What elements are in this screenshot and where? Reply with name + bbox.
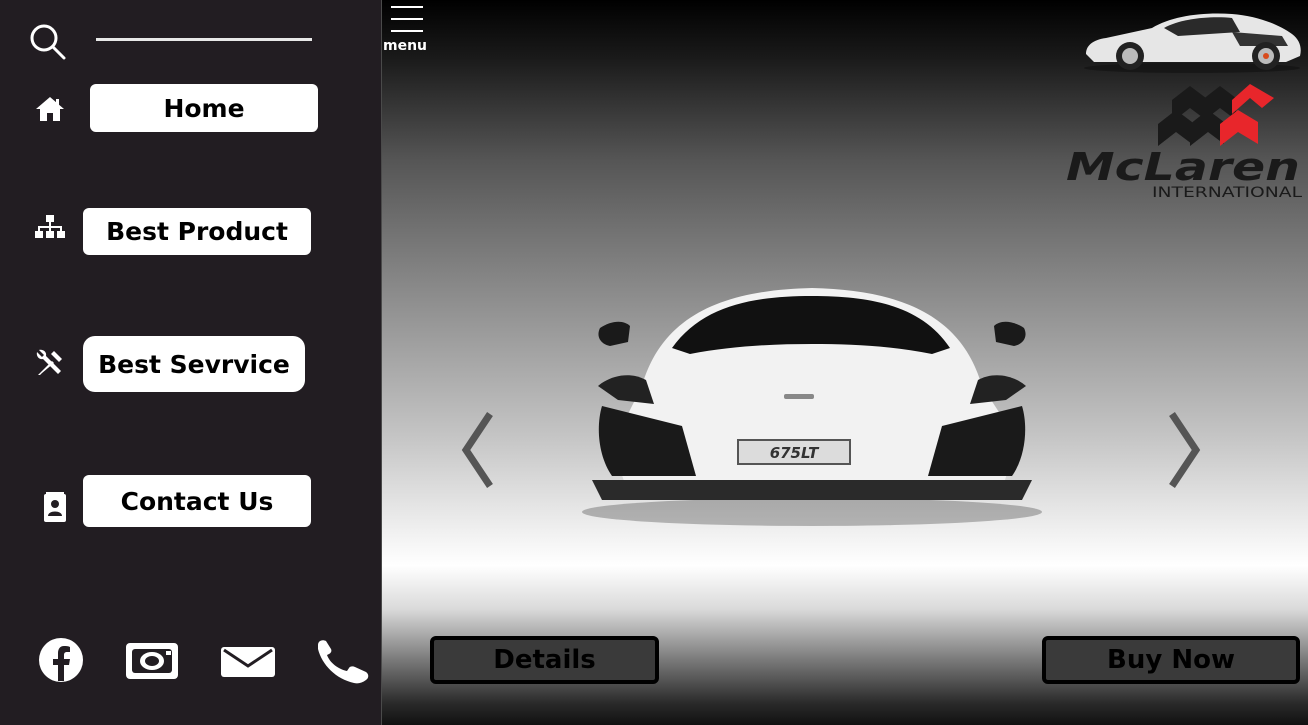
sitemap-icon xyxy=(35,215,65,238)
svg-text:INTERNATIONAL: INTERNATIONAL xyxy=(1152,185,1302,201)
contact-us-button[interactable]: Contact Us xyxy=(83,475,311,527)
home-icon xyxy=(36,97,64,121)
mail-icon[interactable] xyxy=(220,635,276,685)
car-thumbnail xyxy=(1084,13,1301,73)
sidebar-item-best-service[interactable]: Best Sevrvice xyxy=(0,333,382,393)
sidebar-item-home[interactable]: Home xyxy=(0,80,382,140)
chevron-right-icon[interactable] xyxy=(1164,410,1204,490)
menu-label[interactable]: menu xyxy=(383,38,427,54)
buy-now-button[interactable]: Buy Now xyxy=(1042,636,1300,684)
best-product-button[interactable]: Best Product xyxy=(83,208,311,255)
mclaren-logo: McLaren INTERNATIONAL xyxy=(1066,84,1302,201)
tools-icon xyxy=(36,349,62,375)
sidebar-item-contact-us[interactable]: Contact Us xyxy=(0,472,382,532)
sidebar: Home Best Product Best Sevrvice Contact … xyxy=(0,0,382,725)
contact-card-icon xyxy=(44,492,66,522)
search-input[interactable] xyxy=(96,38,312,41)
facebook-icon[interactable] xyxy=(38,635,84,685)
main-content: menu McLaren INTERNATIONAL 675LT Details… xyxy=(382,0,1308,725)
best-service-button[interactable]: Best Sevrvice xyxy=(83,336,305,392)
license-plate-text: 675LT xyxy=(770,444,820,462)
home-button[interactable]: Home xyxy=(90,84,318,132)
hero-car-image: 675LT xyxy=(582,288,1042,526)
sidebar-item-best-product[interactable]: Best Product xyxy=(0,205,382,265)
camera-icon[interactable] xyxy=(124,635,180,685)
hamburger-icon[interactable] xyxy=(391,4,423,34)
svg-text:McLaren: McLaren xyxy=(1066,145,1300,189)
chevron-left-icon[interactable] xyxy=(458,410,498,490)
search-icon[interactable] xyxy=(28,22,66,60)
details-button[interactable]: Details xyxy=(430,636,659,684)
phone-icon[interactable] xyxy=(314,635,372,685)
